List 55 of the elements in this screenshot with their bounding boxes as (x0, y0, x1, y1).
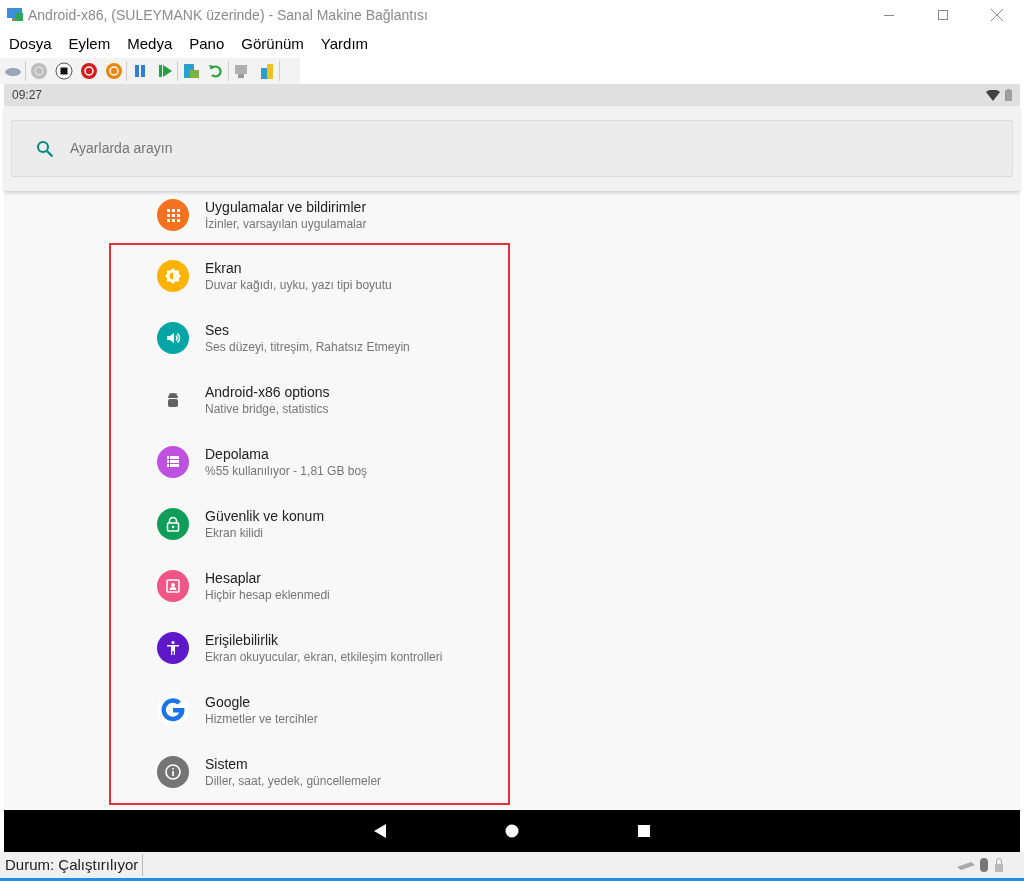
setting-subtitle: Diller, saat, yedek, güncellemeler (205, 773, 382, 789)
setting-title[interactable]: Uygulamalar ve bildirimler (205, 198, 367, 216)
setting-title[interactable]: Ses (205, 321, 410, 339)
menu-item[interactable]: Görünüm (236, 32, 309, 56)
setting-title[interactable]: Google (205, 693, 318, 711)
list-icon (157, 446, 189, 478)
setting-subtitle: İzinler, varsayılan uygulamalar (205, 216, 367, 232)
person-icon (157, 632, 189, 664)
menu-item[interactable]: Medya (122, 32, 178, 56)
mouse-icon (979, 857, 989, 873)
home-button[interactable] (505, 824, 519, 838)
search-icon (36, 139, 54, 158)
monitor-icon (6, 7, 24, 23)
back-button[interactable] (373, 824, 387, 838)
power-icon[interactable] (79, 62, 98, 80)
setting-subtitle: Ekran kilidi (205, 525, 265, 541)
setting-title[interactable]: Android-x86 options (205, 383, 330, 401)
undo-icon[interactable] (206, 62, 225, 80)
maximize-icon (938, 10, 948, 20)
grid-icon (157, 199, 189, 231)
setting-subtitle: Native bridge, statistics (205, 401, 330, 417)
keyboard-icon (957, 860, 975, 870)
lock-icon (994, 857, 1004, 873)
info-icon (157, 756, 189, 788)
menu-item[interactable]: Eylem (63, 32, 116, 56)
brightness-icon (157, 260, 189, 292)
setting-title[interactable]: Sistem (205, 755, 382, 773)
speaker-icon (157, 322, 189, 354)
menu-item[interactable]: Yardım (315, 32, 374, 56)
lock-icon (157, 508, 189, 540)
setting-subtitle: Duvar kağıdı, uyku, yazı tipi boyutu (205, 277, 392, 293)
portrait-icon (157, 570, 189, 602)
battery-icon (1005, 89, 1012, 101)
close-icon (991, 9, 1003, 21)
recents-button[interactable] (637, 824, 651, 838)
menu-item[interactable]: Pano (184, 32, 230, 56)
menu-item[interactable]: Dosya (4, 32, 57, 56)
setting-title[interactable]: Erişilebilirlik (205, 631, 443, 649)
setting-subtitle: Ses düzeyi, titreşim, Rahatsız Etmeyin (205, 339, 410, 355)
setting-title[interactable]: Güvenlik ve konum (205, 507, 325, 525)
setting-subtitle: Hizmetler ve tercihler (205, 711, 318, 727)
setting-title[interactable]: Depolama (205, 445, 368, 463)
search-field[interactable]: Ayarlarda arayın (11, 120, 1013, 177)
setting-subtitle: Ekran okuyucular, ekran, etkileşim kontrolleri (205, 649, 443, 665)
status-text: Durum: Çalıştırılıyor (5, 853, 144, 877)
wifi-icon (986, 89, 1000, 101)
power-icon[interactable] (104, 62, 123, 80)
setting-title[interactable]: Hesaplar (205, 569, 330, 587)
setting-subtitle: Hiçbir hesap eklenmedi (205, 587, 330, 603)
setting-title[interactable]: Ekran (205, 259, 392, 277)
clock: 09:27 (12, 87, 43, 104)
stop-icon[interactable] (54, 62, 73, 80)
window-title: Android-x86, (SULEYMANK üzerinde) - Sanal Makine Bağlantısı (28, 5, 428, 25)
g-logo-icon (157, 694, 189, 726)
setting-subtitle: %55 kullanılıyor - 1,81 GB boş (205, 463, 368, 479)
